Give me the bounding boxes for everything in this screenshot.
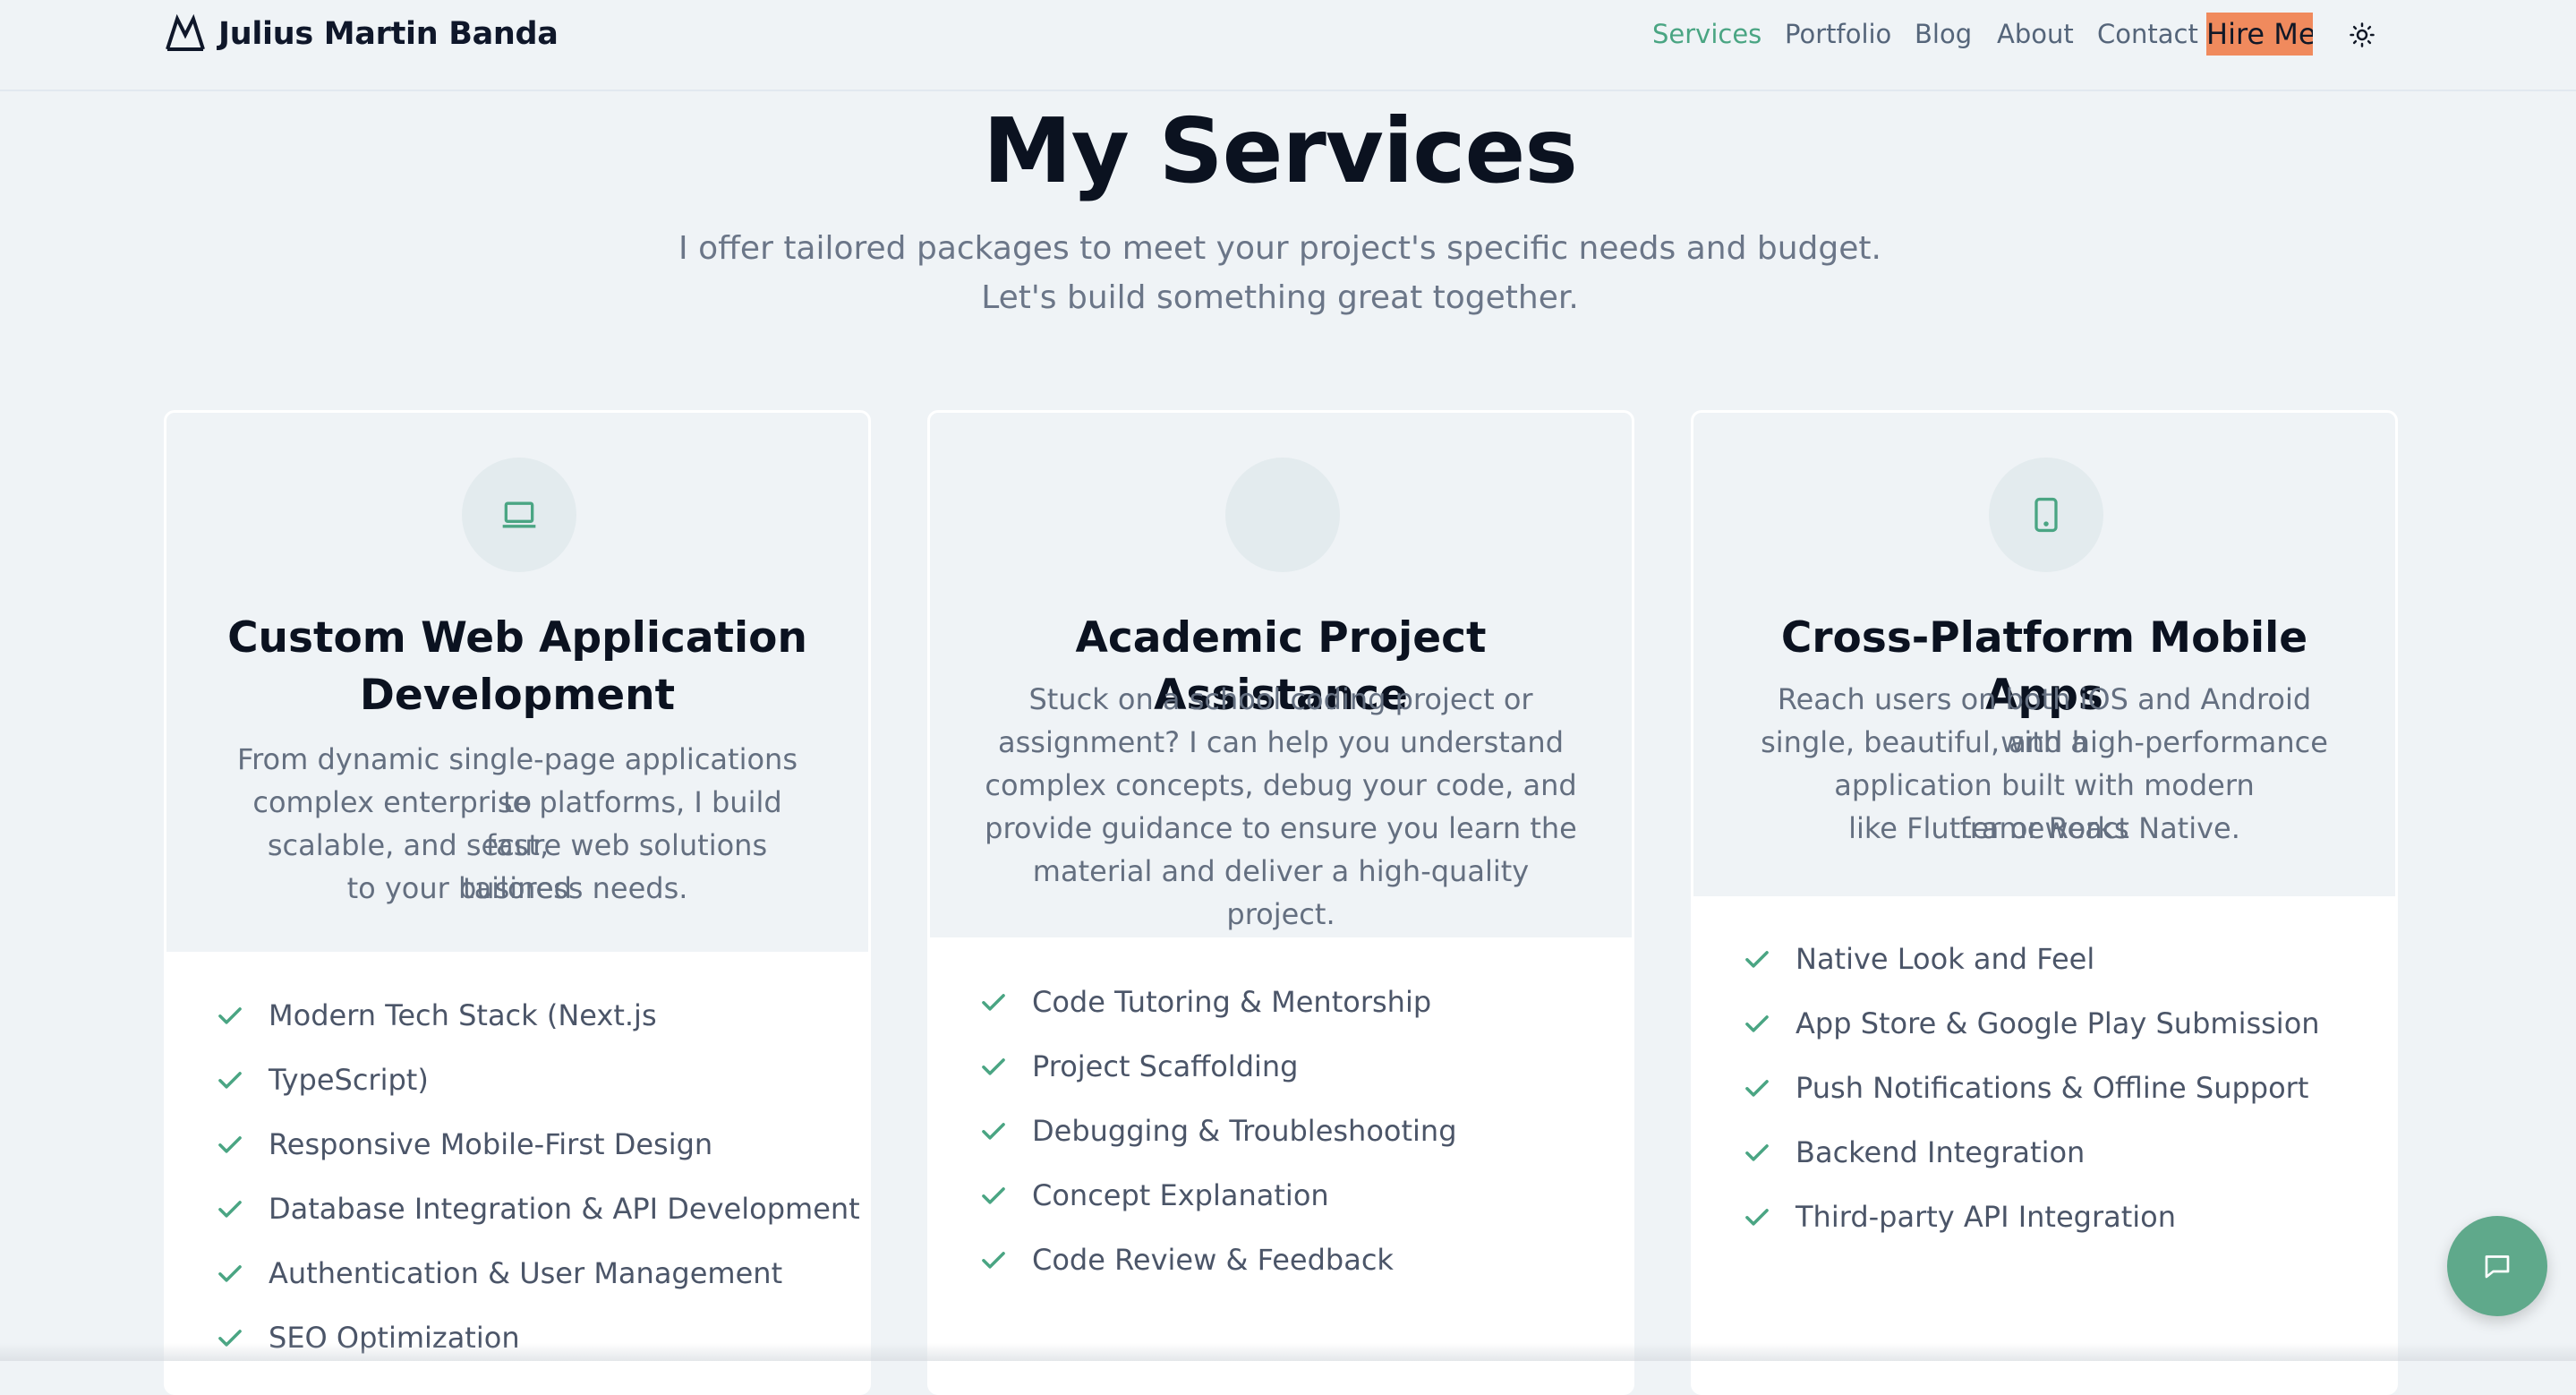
brand-name: Julius Martin Banda — [218, 16, 559, 52]
check-icon — [1745, 1144, 1769, 1161]
feature-text: Debugging & Troubleshooting — [1032, 1114, 1457, 1148]
card-header: Cross-Platform Mobile Apps Reach users o… — [1693, 413, 2395, 896]
feature-item: Debugging & Troubleshooting — [977, 1108, 1457, 1153]
check-icon — [1745, 951, 1769, 968]
check-icon — [1745, 1080, 1769, 1097]
feature-item: App Store & Google Play Submission — [1740, 1001, 2320, 1046]
check-icon — [1745, 1209, 1769, 1226]
service-card-academic: Academic Project Assistance Stuck on a s… — [927, 410, 1634, 1395]
theme-toggle-button[interactable] — [2345, 18, 2379, 52]
feature-text: Responsive Mobile-First Design — [269, 1127, 713, 1161]
nav-blog[interactable]: Blog — [1915, 14, 1972, 54]
nav-about[interactable]: About — [1997, 14, 2074, 54]
bottom-shadow — [0, 1343, 2576, 1361]
check-icon — [218, 1201, 242, 1218]
card-icon-badge — [1225, 458, 1340, 572]
feature-text: Modern Tech Stack (Next.js — [269, 998, 657, 1032]
feature-item: Code Review & Feedback — [977, 1237, 1394, 1282]
check-icon — [982, 1252, 1005, 1269]
feature-item: Authentication & User Management — [213, 1251, 782, 1296]
hire-me-button[interactable]: Hire Me — [2206, 13, 2313, 56]
card-header: Custom Web Application Development From … — [166, 413, 868, 952]
feature-text: App Store & Google Play Submission — [1796, 1006, 2320, 1040]
feature-text: Code Review & Feedback — [1032, 1243, 1394, 1277]
feature-text: TypeScript) — [269, 1063, 429, 1097]
feature-text: Native Look and Feel — [1796, 942, 2095, 976]
check-icon — [982, 994, 1005, 1011]
service-card-web: Custom Web Application Development From … — [164, 410, 871, 1395]
sun-icon — [2350, 22, 2375, 47]
brand-link[interactable]: Julius Martin Banda — [165, 13, 559, 56]
check-icon — [218, 1136, 242, 1153]
card-description-line: provide guidance to ensure you learn the — [985, 811, 1577, 845]
smartphone-icon — [2034, 497, 2058, 533]
check-icon — [982, 1058, 1005, 1075]
mountain-logo-icon — [166, 13, 205, 51]
card-description-line: Stuck on a school coding project or — [1028, 682, 1533, 716]
check-icon — [218, 1265, 242, 1282]
feature-item: Modern Tech Stack (Next.js — [213, 993, 657, 1038]
feature-text: Project Scaffolding — [1032, 1049, 1299, 1083]
feature-text: Push Notifications & Offline Support — [1796, 1071, 2309, 1105]
feature-item: Code Tutoring & Mentorship — [977, 980, 1431, 1024]
card-description-line: like Flutter or React Native. — [1848, 811, 2240, 845]
nav-services[interactable]: Services — [1652, 14, 1761, 54]
card-description-line: complex concepts, debug your code, and — [985, 768, 1577, 802]
feature-text: Backend Integration — [1796, 1135, 2086, 1169]
graduation-cap-icon — [1263, 500, 1302, 520]
feature-text: Concept Explanation — [1032, 1178, 1329, 1212]
card-header: Academic Project Assistance Stuck on a s… — [930, 413, 1632, 937]
feature-item: Concept Explanation — [977, 1173, 1329, 1218]
card-description-line: single, beautiful, and high-performance — [1761, 725, 2328, 759]
feature-item: Database Integration & API Development — [213, 1186, 860, 1231]
chat-bubble-icon — [2485, 1255, 2510, 1279]
feature-item: TypeScript) — [213, 1057, 429, 1102]
nav-portfolio[interactable]: Portfolio — [1785, 14, 1891, 54]
site-header: Julius Martin Banda Services Portfolio B… — [0, 0, 2576, 91]
card-icon-badge — [1989, 458, 2103, 572]
card-description-line: material and deliver a high-quality proj… — [1032, 854, 1530, 931]
card-title-line-2: Development — [359, 671, 676, 720]
feature-item: Backend Integration — [1740, 1130, 2085, 1175]
feature-text: Authentication & User Management — [269, 1256, 783, 1290]
feature-item: Responsive Mobile-First Design — [213, 1122, 712, 1167]
card-title-line-1: Custom Web Application — [227, 613, 807, 663]
chat-button[interactable] — [2447, 1216, 2547, 1316]
feature-item: Native Look and Feel — [1740, 937, 2094, 981]
check-icon — [982, 1187, 1005, 1204]
feature-text: Code Tutoring & Mentorship — [1032, 985, 1432, 1019]
laptop-icon — [502, 501, 536, 528]
card-icon-badge — [462, 458, 576, 572]
service-card-mobile: Cross-Platform Mobile Apps Reach users o… — [1691, 410, 2398, 1395]
card-description-line: assignment? I can help you understand — [998, 725, 1564, 759]
page-title: My Services — [983, 98, 1578, 203]
check-icon — [982, 1123, 1005, 1140]
feature-text: Third-party API Integration — [1796, 1200, 2177, 1234]
feature-item: Project Scaffolding — [977, 1044, 1298, 1089]
check-icon — [1745, 1015, 1769, 1032]
check-icon — [218, 1072, 242, 1089]
subtitle-line-2: Let's build something great together. — [981, 279, 1579, 316]
feature-item: Push Notifications & Offline Support — [1740, 1066, 2308, 1110]
check-icon — [218, 1007, 242, 1024]
subtitle-line-1: I offer tailored packages to meet your p… — [678, 230, 1881, 267]
feature-text: Database Integration & API Development — [269, 1192, 860, 1226]
nav-contact[interactable]: Contact — [2097, 14, 2198, 54]
feature-item: Third-party API Integration — [1740, 1194, 2176, 1239]
card-description-line: to your business needs. — [346, 871, 688, 905]
